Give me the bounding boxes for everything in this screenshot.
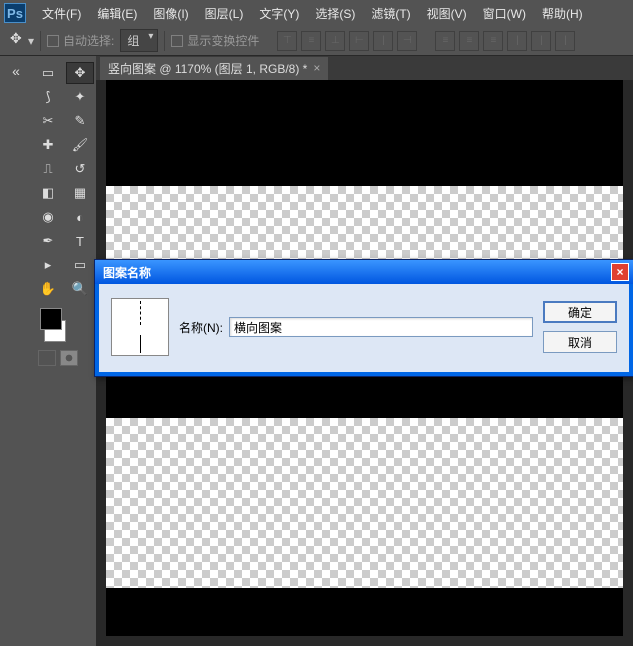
move-tool-icon [8, 32, 26, 50]
dialog-button-group: 确定 取消 [543, 301, 617, 353]
history-brush-icon[interactable]: ↺ [66, 158, 94, 180]
quickmask-mode-icon[interactable] [60, 350, 78, 366]
zoom-tool-icon[interactable]: 🔍 [66, 278, 94, 300]
divider [40, 31, 41, 51]
shape-tool-icon[interactable]: ▭ [66, 254, 94, 276]
align-right-icon[interactable]: ⊣ [397, 31, 417, 51]
options-bar: ▾ 自动选择: 组 显示变换控件 ⊤ ≡ ⊥ ⊢ | ⊣ ≡ ≡ ≡ | | | [0, 26, 633, 56]
pattern-preview [111, 298, 169, 356]
auto-select-checkbox[interactable] [47, 35, 59, 47]
name-input[interactable] [229, 317, 533, 337]
distribute-left-icon[interactable]: | [507, 31, 527, 51]
divider [164, 31, 165, 51]
eyedropper-tool-icon[interactable]: ✎ [66, 110, 94, 132]
auto-select-dropdown[interactable]: 组 [120, 29, 158, 52]
foreground-color[interactable] [40, 308, 62, 330]
menu-layer[interactable]: 图层(L) [197, 1, 252, 26]
tab-close-icon[interactable]: × [313, 61, 320, 75]
menu-bar: Ps 文件(F) 编辑(E) 图像(I) 图层(L) 文字(Y) 选择(S) 滤… [0, 0, 633, 26]
document-tab-bar: 竖向图案 @ 1170% (图层 1, RGB/8) * × [96, 56, 633, 80]
path-select-icon[interactable]: ▸ [34, 254, 62, 276]
name-row: 名称(N): [179, 317, 533, 337]
type-tool-icon[interactable]: T [66, 230, 94, 252]
move-tool-icon[interactable]: ✥ [66, 62, 94, 84]
crop-tool-icon[interactable]: ✂ [34, 110, 62, 132]
standard-mode-icon[interactable] [38, 350, 56, 366]
gradient-tool-icon[interactable]: ▦ [66, 182, 94, 204]
wand-tool-icon[interactable]: ✦ [66, 86, 94, 108]
blur-tool-icon[interactable]: ◉ [34, 206, 62, 228]
distribute-top-icon[interactable]: ≡ [435, 31, 455, 51]
pattern-name-dialog: 图案名称 × 名称(N): 确定 取消 [94, 259, 633, 377]
color-swatch[interactable] [40, 308, 74, 342]
brush-tool-icon[interactable]: 🖌 [66, 134, 94, 156]
document-tab[interactable]: 竖向图案 @ 1170% (图层 1, RGB/8) * × [100, 57, 328, 80]
healing-tool-icon[interactable]: ✚ [34, 134, 62, 156]
distribute-bottom-icon[interactable]: ≡ [483, 31, 503, 51]
pen-tool-icon[interactable]: ✒ [34, 230, 62, 252]
lasso-tool-icon[interactable]: ⟆ [34, 86, 62, 108]
ok-button[interactable]: 确定 [543, 301, 617, 323]
marquee-tool-icon[interactable]: ▭ [34, 62, 62, 84]
align-hcenter-icon[interactable]: | [373, 31, 393, 51]
show-transform-checkbox[interactable] [171, 35, 183, 47]
menu-help[interactable]: 帮助(H) [534, 1, 591, 26]
menu-select[interactable]: 选择(S) [307, 1, 363, 26]
preview-line-icon [140, 335, 141, 353]
double-arrow-icon[interactable]: « [3, 60, 29, 82]
dialog-title: 图案名称 [103, 264, 151, 281]
show-transform-label: 显示变换控件 [187, 32, 259, 49]
menu-edit[interactable]: 编辑(E) [89, 1, 145, 26]
distribute-right-icon[interactable]: | [555, 31, 575, 51]
ps-logo: Ps [4, 3, 26, 23]
menu-image[interactable]: 图像(I) [145, 1, 196, 26]
distribute-icons-group: ≡ ≡ ≡ | | | [435, 31, 575, 51]
cancel-button[interactable]: 取消 [543, 331, 617, 353]
name-label: 名称(N): [179, 319, 223, 336]
menu-filter[interactable]: 滤镜(T) [363, 1, 418, 26]
menu-view[interactable]: 视图(V) [419, 1, 475, 26]
menu-type[interactable]: 文字(Y) [251, 1, 307, 26]
preview-line-icon [140, 301, 141, 325]
align-left-icon[interactable]: ⊢ [349, 31, 369, 51]
distribute-vcenter-icon[interactable]: ≡ [459, 31, 479, 51]
align-icons-group: ⊤ ≡ ⊥ ⊢ | ⊣ [277, 31, 417, 51]
hand-tool-icon[interactable]: ✋ [34, 278, 62, 300]
menu-window[interactable]: 窗口(W) [475, 1, 534, 26]
stamp-tool-icon[interactable]: ⎍ [34, 158, 62, 180]
toolbox: ▭ ✥ ⟆ ✦ ✂ ✎ ✚ 🖌 ⎍ ↺ ◧ ▦ ◉ ◐ ✒ T ▸ ▭ ✋ 🔍 [32, 56, 96, 646]
auto-select-label: 自动选择: [63, 32, 114, 49]
dialog-titlebar[interactable]: 图案名称 × [95, 260, 633, 284]
align-top-icon[interactable]: ⊤ [277, 31, 297, 51]
dropdown-arrow-icon[interactable]: ▾ [28, 34, 34, 48]
eraser-tool-icon[interactable]: ◧ [34, 182, 62, 204]
menu-file[interactable]: 文件(F) [34, 1, 89, 26]
transparent-region [106, 418, 623, 588]
distribute-hcenter-icon[interactable]: | [531, 31, 551, 51]
document-tab-label: 竖向图案 @ 1170% (图层 1, RGB/8) * [108, 60, 307, 77]
dodge-tool-icon[interactable]: ◐ [66, 206, 94, 228]
close-icon[interactable]: × [611, 263, 629, 281]
align-bottom-icon[interactable]: ⊥ [325, 31, 345, 51]
align-vcenter-icon[interactable]: ≡ [301, 31, 321, 51]
toggle-column: « [0, 56, 32, 646]
dialog-body: 名称(N): 确定 取消 [95, 284, 633, 376]
